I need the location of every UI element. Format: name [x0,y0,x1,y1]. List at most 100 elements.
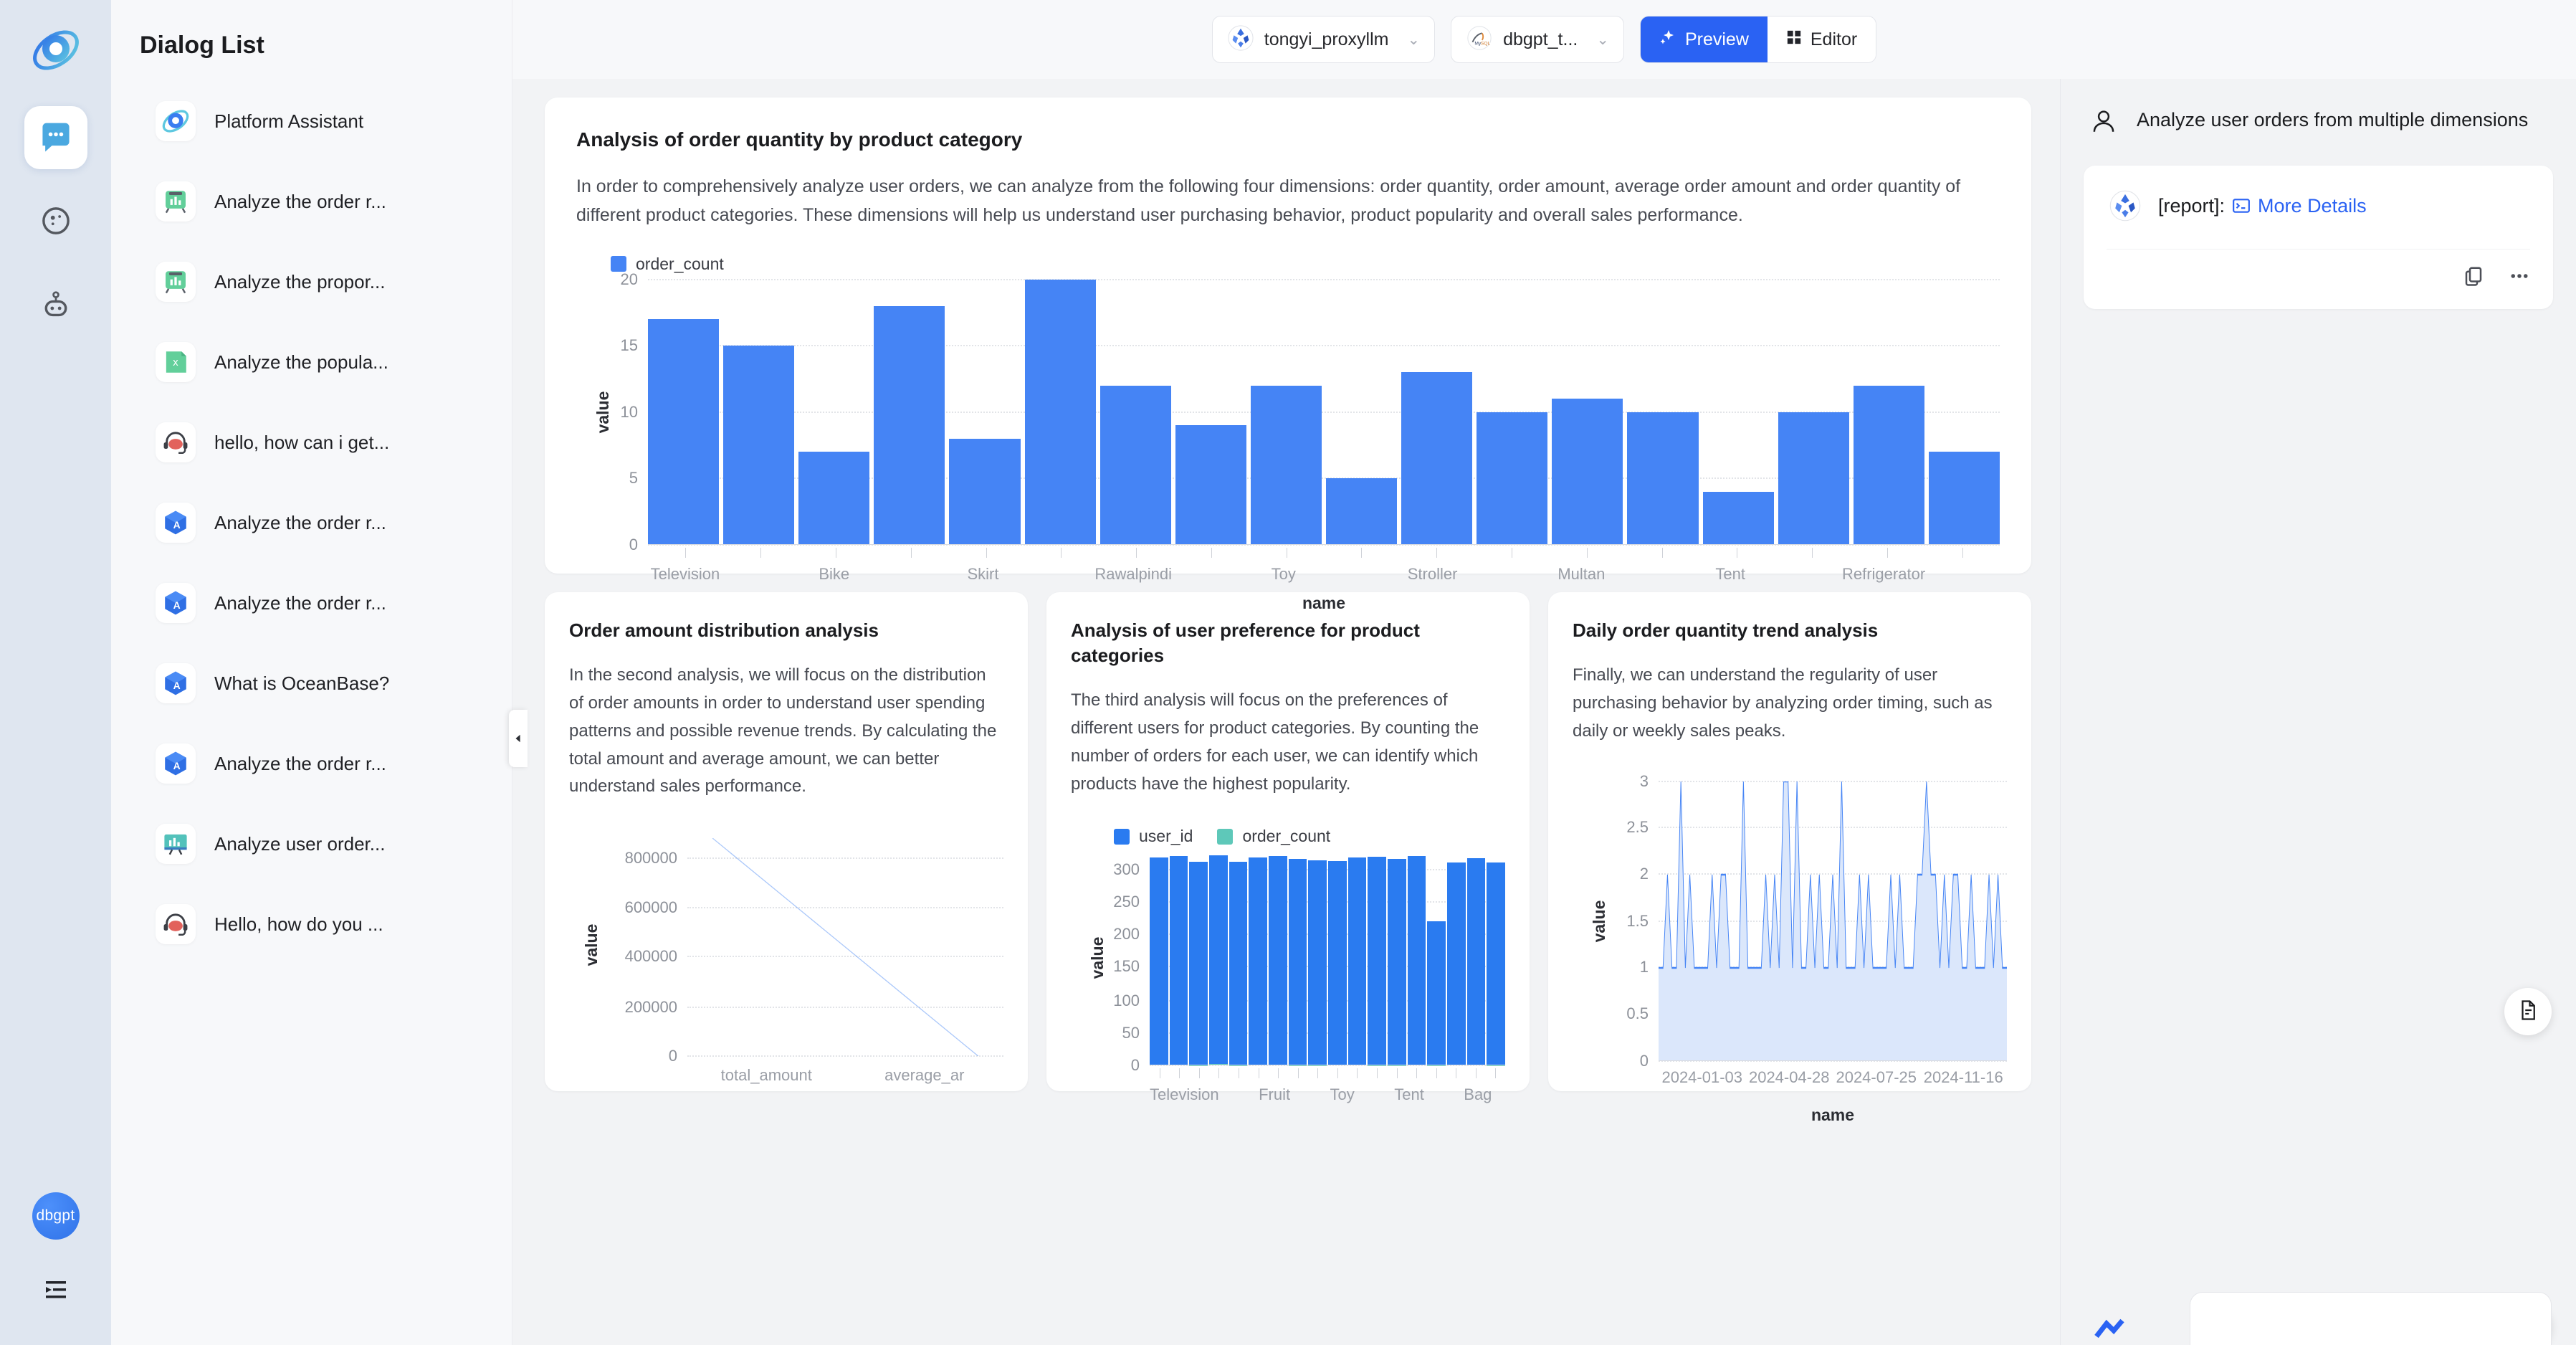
chevron-down-icon: ⌄ [1596,31,1609,48]
chart1-xtick-label: Stroller [1407,564,1458,583]
content-area: Analysis of order quantity by product ca… [512,79,2576,1345]
preview-tab[interactable]: Preview [1640,16,1768,62]
chart3-bar-group [1388,850,1406,1066]
legend-label: order_count [1242,827,1331,846]
user-avatar[interactable]: dbgpt [32,1192,80,1240]
chart3-bar-user-id [1407,855,1426,1065]
dialog-item-0[interactable]: Platform Assistant [111,81,512,161]
chart4-xtick: 2024-07-25 [1836,1068,1917,1086]
chart2-ytick: 200000 [624,998,677,1017]
chart3-ylabel: value [1087,937,1107,979]
chat-bubble-icon [42,123,70,152]
chart3-legend-item-1: order_count [1217,827,1330,846]
report-main-card: Analysis of order quantity by product ca… [545,98,2031,612]
chart2-ytick: 800000 [624,849,677,868]
chart4-xtick: 2024-11-16 [1923,1068,2003,1086]
chart3-xtick-mark [1486,1068,1506,1081]
chart3-xtick-mark [1308,1068,1328,1081]
chart3-bar-group [1328,850,1347,1066]
chart1-legend: order_count [611,255,2000,274]
tongyi-logo-icon [1227,24,1254,55]
svg-text:A: A [173,680,181,691]
chart3-bar-group [1249,850,1268,1066]
dialog-item-9[interactable]: Analyze user order... [111,804,512,884]
report-card-title: Analysis of user preference for product … [1071,619,1420,666]
chart3-xtick-mark [1387,1068,1407,1081]
chart3-bar-user-id [1229,861,1248,1065]
chat-input-box[interactable] [2190,1292,2552,1345]
chart1-xtick-label [722,565,797,584]
report-card-body: Finally, we can understand the regularit… [1573,665,1993,741]
grid-squares-icon [1786,29,1802,50]
dialog-item-label: Platform Assistant [214,110,364,132]
chart3-bar-user-id [1447,862,1466,1065]
chart3-bar-user-id [1269,855,1287,1065]
dialog-item-2[interactable]: Analyze the propor... [111,242,512,322]
chart1-xtick-mark [1399,547,1474,561]
chart1-xtick-label [1925,565,2000,584]
legend-swatch [1114,828,1130,845]
dialog-item-5[interactable]: A Analyze the order r... [111,483,512,563]
rail-item-agent[interactable] [24,272,87,336]
chart3-xtick-label [1492,1085,1504,1104]
chart3-xtick-label [1381,1085,1394,1104]
dialog-item-3[interactable]: x Analyze the popula... [111,322,512,402]
chart2-xtick: average_ar [884,1066,965,1085]
chart3-bar-user-id [1249,857,1268,1065]
more-details-link[interactable]: More Details [2258,195,2367,217]
chart1-bar [1250,385,1322,545]
dialog-item-1[interactable]: Analyze the order r... [111,161,512,242]
chart3-bar-user-id [1466,857,1486,1065]
chart1-xtick-label [1172,565,1246,584]
sidebar-collapse-handle[interactable] [509,710,528,767]
chart3-xtick-label [1355,1085,1368,1104]
rail-item-knowledge[interactable] [24,189,87,252]
oceanbase-icon: A [156,583,196,623]
chart3-xtick-label [1424,1085,1437,1104]
chart-green-icon [156,181,196,222]
rail-item-chat[interactable] [24,106,87,169]
chart3-xtick-label [1290,1085,1303,1104]
dialog-item-4[interactable]: hello, how can i get... [111,402,512,483]
chart3-bar-group [1150,850,1168,1066]
chart1-bar [1552,399,1623,545]
chart3-xtick-mark [1367,1068,1387,1081]
document-fab-button[interactable] [2504,988,2552,1035]
headset-icon [156,904,196,944]
chart1-xtick-label [1470,565,1545,584]
editor-tab[interactable]: Editor [1767,16,1876,62]
chart3-bar-group [1189,850,1208,1066]
collapse-menu-icon[interactable] [42,1275,70,1308]
more-dots-icon[interactable] [2509,265,2530,290]
dialog-item-6[interactable]: A Analyze the order r... [111,563,512,643]
chart1-bar [1401,372,1473,545]
chart3-xtick-mark [1426,1068,1446,1081]
chart1-xtick-mark [1850,547,1925,561]
dialog-item-10[interactable]: Hello, how do you ... [111,884,512,964]
chart1-bar [1627,412,1699,545]
db-selector[interactable]: My SQL dbgpt_t... ⌄ [1451,16,1624,63]
oceanbase-icon: A [156,663,196,703]
chart1-xtick-mark [1249,547,1324,561]
chart3-xtick-label: Fruit [1259,1085,1291,1104]
chart1-ylabel: value [593,391,612,434]
chart4-ylabel: value [1589,900,1608,942]
report-card-row: Order amount distribution analysis In th… [545,591,2031,1124]
person-icon [2089,108,2121,140]
chart3-bar-group [1269,850,1287,1066]
oceanbase-icon: A [156,743,196,784]
chart3-xlabels: Television Fruit Toy Tent Bag [1150,1085,1505,1104]
chart1-xtick-mark [1099,547,1174,561]
chart3-bar-group [1487,850,1506,1066]
svg-text:x: x [173,357,178,369]
headset-icon [156,422,196,462]
model-selector[interactable]: tongyi_proxyllm ⌄ [1211,16,1436,63]
chart1-ytick: 20 [620,270,638,288]
dialog-item-7[interactable]: A What is OceanBase? [111,643,512,723]
chart1-ytick: 5 [629,469,638,488]
chart3-bar-user-id [1347,857,1367,1065]
copy-icon[interactable] [2463,265,2484,290]
dashboard-teal-icon [156,824,196,864]
dialog-item-8[interactable]: A Analyze the order r... [111,723,512,804]
chart3-bar-user-id [1288,859,1307,1065]
